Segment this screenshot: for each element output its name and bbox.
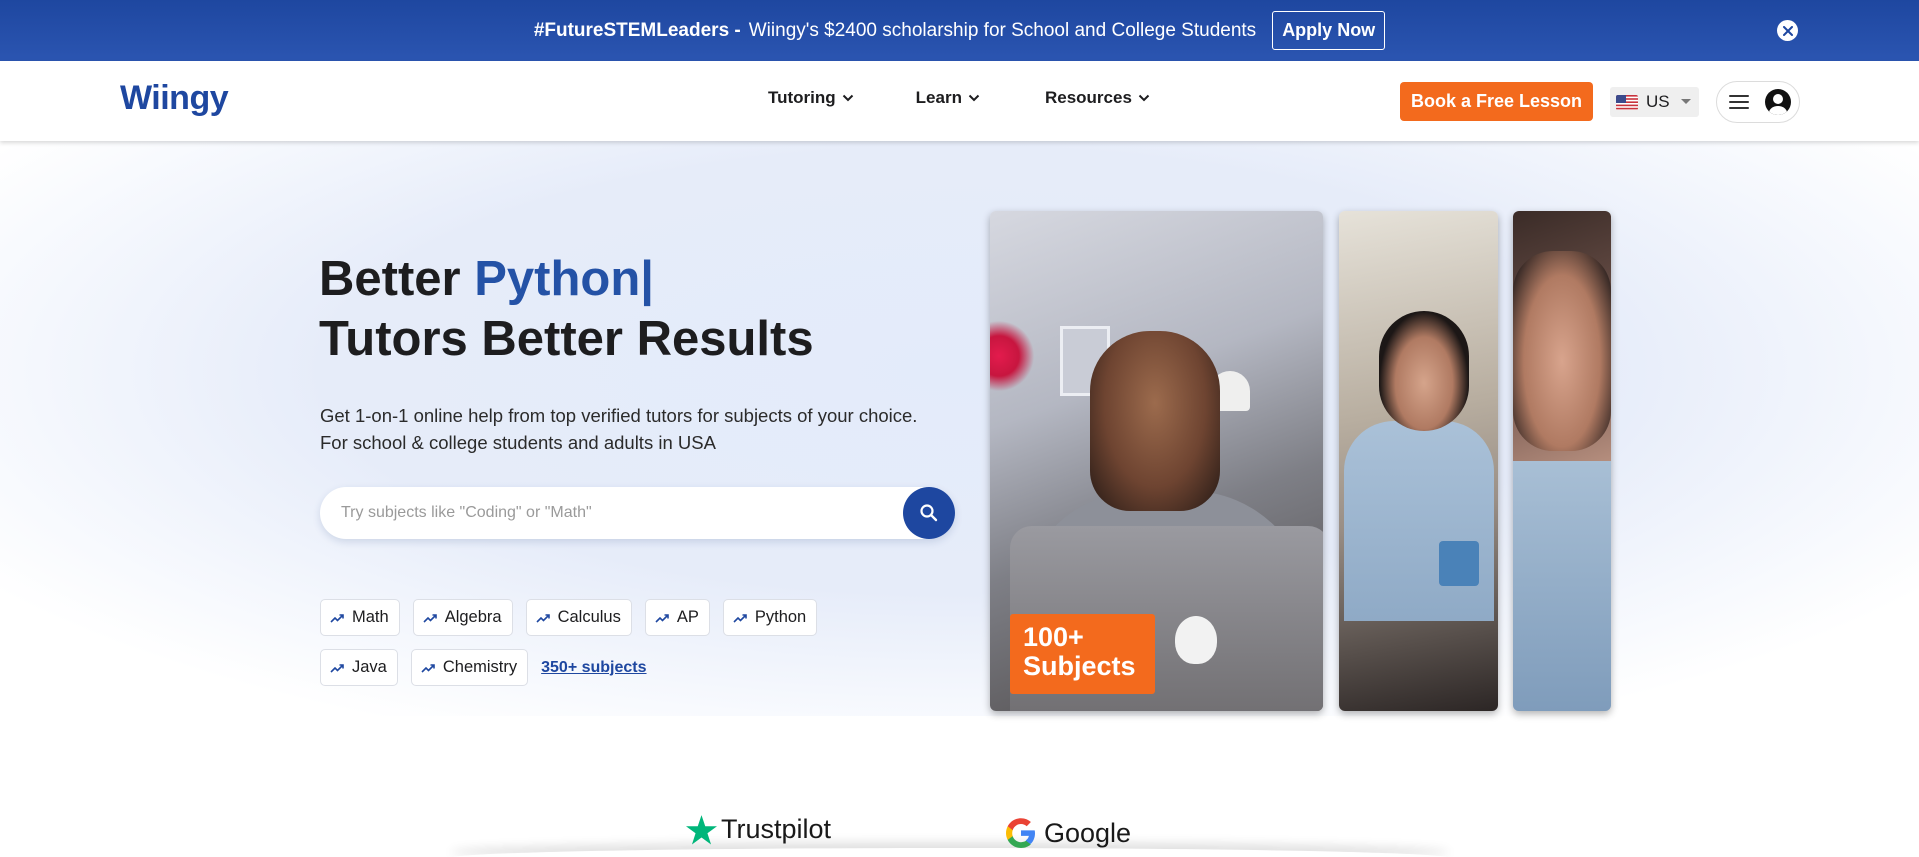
country-code: US [1646,92,1670,111]
chip-label: Calculus [557,608,621,626]
subject-search [320,487,955,539]
country-select[interactable]: US [1610,87,1699,117]
trustpilot-label: Trustpilot [721,814,832,844]
chevron-down-icon [842,94,853,102]
hero-title: Better Python| Tutors Better Results [319,249,814,369]
user-menu-button[interactable] [1716,81,1800,123]
chip-chemistry[interactable]: Chemistry [410,649,529,686]
hero-subtitle-line1: Get 1-on-1 online help from top verified… [320,405,918,426]
badge-label: Subjects [1023,651,1136,681]
all-subjects-link[interactable]: 350+ subjects [541,659,646,677]
chip-python[interactable]: Python [722,599,818,636]
google-label: Google [1044,817,1132,848]
chip-ap[interactable]: AP [644,599,710,636]
apple-logo-icon [1175,616,1217,664]
chip-java[interactable]: Java [320,649,398,686]
chip-math[interactable]: Math [320,599,400,636]
nav-resources-label: Resources [1044,88,1132,107]
chip-calculus[interactable]: Calculus [525,599,632,636]
nav-resources[interactable]: Resources [1045,88,1150,108]
promo-banner: #FutureSTEMLeaders - Wiingy's $2400 scho… [0,0,1919,61]
nav-learn-label: Learn [915,88,962,107]
trending-up-icon [655,613,669,623]
close-promo-button[interactable] [1777,20,1798,41]
jacket [1513,461,1611,711]
wall-art [990,321,1035,391]
hero-title-prefix: Better [319,252,475,306]
main-nav: Tutoring Learn Resources [768,88,1150,108]
popular-subjects: Math Algebra Calculus AP Python Java Che… [320,599,920,699]
search-button[interactable] [903,487,955,539]
student-face [1090,331,1220,511]
hero-subtitle-line2: For school & college students and adults… [320,432,716,453]
hero-title-accent: Python| [474,252,654,306]
chevron-down-icon [1138,94,1150,102]
promo-hashtag: #FutureSTEMLeaders - [533,19,741,41]
ratings-strip: Trustpilot Google [0,810,1919,857]
chip-label: Python [754,608,807,626]
hero-subtitle: Get 1-on-1 online help from top verified… [320,402,917,456]
caret-down-icon [1681,99,1691,104]
nav-learn[interactable]: Learn [916,88,980,108]
site-header: Wiingy Tutoring Learn Resources Book a F… [0,61,1919,141]
chip-label: Chemistry [442,658,518,676]
trending-up-icon [535,613,550,623]
hamburger-icon [1729,95,1749,109]
chevron-down-icon [968,94,980,102]
search-input[interactable] [341,504,891,522]
chip-algebra[interactable]: Algebra [412,599,513,636]
trustpilot-star-icon [686,814,717,844]
chip-label: Java [352,658,387,676]
subjects-badge: 100+ Subjects [1010,614,1155,694]
tutor-photo-3 [1513,211,1611,711]
close-icon [1782,25,1793,36]
promo-message: Wiingy's $2400 scholarship for School an… [748,19,1257,41]
chip-label: AP [676,608,699,626]
ratings-card [450,848,1450,857]
trending-up-icon [733,613,747,623]
us-flag-icon [1616,94,1638,110]
hero-title-line2: Tutors Better Results [319,312,814,366]
trustpilot-rating[interactable]: Trustpilot [686,814,831,845]
hero-section [0,141,1919,716]
tutor-photo-1: 100+ Subjects [990,211,1323,711]
mug [1439,541,1479,586]
trending-up-icon [423,613,437,623]
trending-up-icon [421,663,435,673]
tutor-photo-2 [1339,211,1498,711]
trending-up-icon [330,663,344,673]
student-face [1513,251,1611,451]
google-rating[interactable]: Google [1004,816,1131,850]
badge-count: 100+ [1023,622,1084,652]
apply-now-button[interactable]: Apply Now [1272,11,1386,50]
nav-tutoring-label: Tutoring [768,88,836,107]
book-free-lesson-button[interactable]: Book a Free Lesson [1400,82,1593,121]
chip-label: Math [352,608,389,626]
wiingy-logo[interactable]: Wiingy [120,79,229,118]
google-g-icon [1006,818,1035,848]
user-avatar-icon [1765,89,1791,115]
promo-text: #FutureSTEMLeaders - Wiingy's $2400 scho… [533,11,1386,50]
search-icon [920,504,938,522]
trending-up-icon [330,613,344,623]
jacket [1344,421,1494,621]
nav-tutoring[interactable]: Tutoring [768,88,854,108]
chip-label: Algebra [444,608,502,626]
student-face [1379,311,1469,431]
